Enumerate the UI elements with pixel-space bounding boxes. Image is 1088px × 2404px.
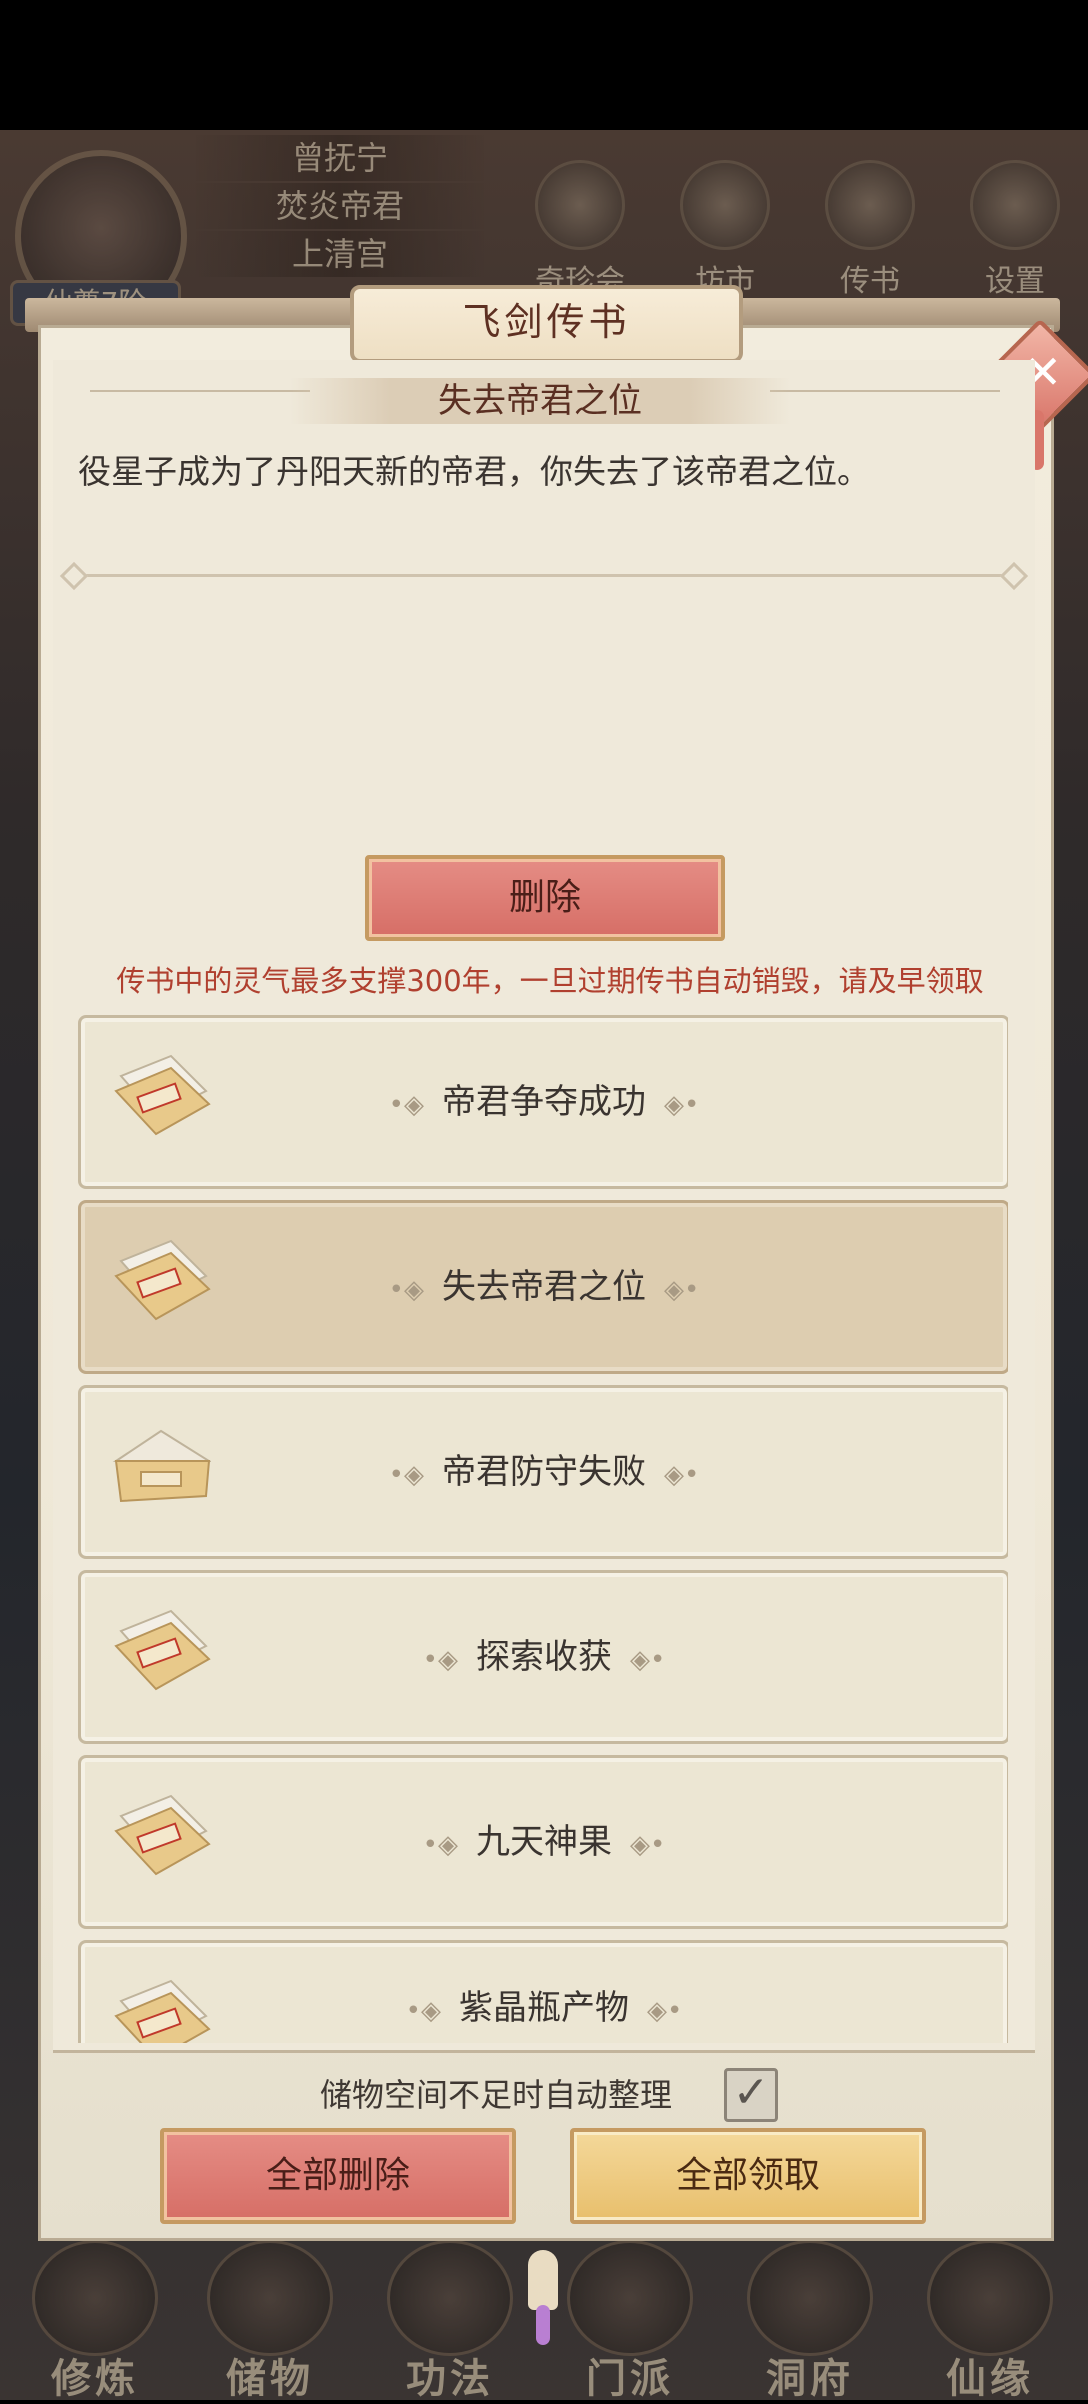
letter-item-text: 紫晶瓶产物 [459,1988,629,2028]
letter-button[interactable]: 传书 [810,160,930,300]
market-button[interactable]: 坊市 [665,160,785,300]
nav-label: 仙缘 [946,2356,1034,2402]
tassel-decoration [536,2305,550,2345]
nav-label: 修炼 [51,2356,139,2402]
ornament-icon: •◈ [388,1460,424,1490]
letter-item-label: •◈ 失去帝君之位 ◈• [81,1203,1007,1371]
ornament-icon: ◈• [664,1090,700,1120]
letter-item-text: 失去帝君之位 [442,1267,646,1307]
checkmark-icon: ✓ [732,2067,770,2118]
nav-label: 储物 [226,2356,314,2402]
nav-storage[interactable]: 储物 [195,2240,345,2402]
player-sect: 上清宫 [195,231,485,277]
nav-label: 功法 [406,2356,494,2402]
letter-item-3[interactable]: •◈ 探索收获 ◈• [78,1570,1008,1744]
auto-sort-checkbox[interactable]: ✓ [724,2068,778,2122]
letter-list[interactable]: •◈ 帝君争夺成功 ◈• •◈ 失去帝君之位 ◈• •◈ 帝君防守失败 ◈• •◈ 探索收获 ◈… [78,1015,1008,2043]
letter-icon [825,160,915,250]
treasure-icon [535,160,625,250]
ornament-icon: ◈• [664,1460,700,1490]
nav-cultivate[interactable]: 修炼 [20,2240,170,2402]
destiny-icon [927,2240,1053,2356]
expiry-warning: 传书中的灵气最多支撑300年，一旦过期传书自动销毁，请及早领取 [116,964,984,998]
dialog-title-text: 飞剑传书 [462,300,631,344]
title-ornament-left [90,390,310,392]
ornament-icon: •◈ [422,1645,458,1675]
letter-item-label: •◈ 九天神果 ◈• [81,1758,1007,1926]
ornament-icon: •◈ [405,1996,441,2026]
message-divider [68,574,1020,577]
letter-item-1[interactable]: •◈ 失去帝君之位 ◈• [78,1200,1008,1374]
letter-item-text: 探索收获 [476,1637,612,1677]
letter-item-5[interactable]: •◈ 紫晶瓶产物 ◈• [78,1940,1008,2043]
letter-item-text: 帝君争夺成功 [442,1082,646,1122]
letter-item-label: •◈ 紫晶瓶产物 ◈• [81,1943,1007,2043]
settings-label: 设置 [985,264,1045,299]
ornament-icon: ◈• [630,1645,666,1675]
letter-item-label: •◈ 帝君防守失败 ◈• [81,1388,1007,1556]
title-ornament-right [770,390,1000,392]
nav-label: 洞府 [766,2356,854,2402]
letter-label: 传书 [840,264,900,299]
letter-item-label: •◈ 帝君争夺成功 ◈• [81,1018,1007,1186]
nav-destiny[interactable]: 仙缘 [915,2240,1065,2402]
sect-icon [567,2240,693,2356]
ornament-icon: ◈• [630,1830,666,1860]
storage-icon [207,2240,333,2356]
letter-item-4[interactable]: •◈ 九天神果 ◈• [78,1755,1008,1929]
bell-icon [528,2250,558,2310]
ornament-icon: ◈• [664,1275,700,1305]
letter-item-text: 九天神果 [476,1822,612,1862]
player-info: 曾抚宁 焚炎帝君 上清宫 [195,135,485,279]
nav-skills[interactable]: 功法 [375,2240,525,2402]
letter-item-label: •◈ 探索收获 ◈• [81,1573,1007,1741]
ornament-icon: •◈ [388,1275,424,1305]
delete-button[interactable]: 删除 [365,855,725,941]
letter-item-2[interactable]: •◈ 帝君防守失败 ◈• [78,1385,1008,1559]
treasure-button[interactable]: 奇珍会 [520,160,640,300]
cultivate-icon [32,2240,158,2356]
status-bar [0,0,1088,130]
nav-label: 门派 [586,2356,674,2402]
message-title-bar: 失去帝君之位 [290,378,790,424]
ornament-icon: ◈• [647,1996,683,2026]
market-icon [680,160,770,250]
message-title: 失去帝君之位 [438,381,642,421]
settings-button[interactable]: 设置 [955,160,1075,300]
top-icon-bar: 奇珍会 坊市 传书 设置 [520,160,1080,300]
claim-all-button[interactable]: 全部领取 [570,2128,926,2224]
player-name: 曾抚宁 [195,135,485,181]
letter-item-0[interactable]: •◈ 帝君争夺成功 ◈• [78,1015,1008,1189]
gear-icon [970,160,1060,250]
dialog-title: 飞剑传书 [350,285,743,363]
nav-sect[interactable]: 门派 [555,2240,705,2402]
letter-item-text: 帝君防守失败 [442,1452,646,1492]
message-body: 役星子成为了丹阳天新的帝君，你失去了该帝君之位。 [78,452,870,491]
scroll-icon [387,2240,513,2356]
ornament-icon: •◈ [388,1090,424,1120]
ornament-icon: •◈ [422,1830,458,1860]
delete-all-button[interactable]: 全部删除 [160,2128,516,2224]
player-title: 焚炎帝君 [195,183,485,229]
nav-cave[interactable]: 洞府 [735,2240,885,2402]
auto-sort-label: 储物空间不足时自动整理 [320,2076,673,2114]
cave-icon [747,2240,873,2356]
